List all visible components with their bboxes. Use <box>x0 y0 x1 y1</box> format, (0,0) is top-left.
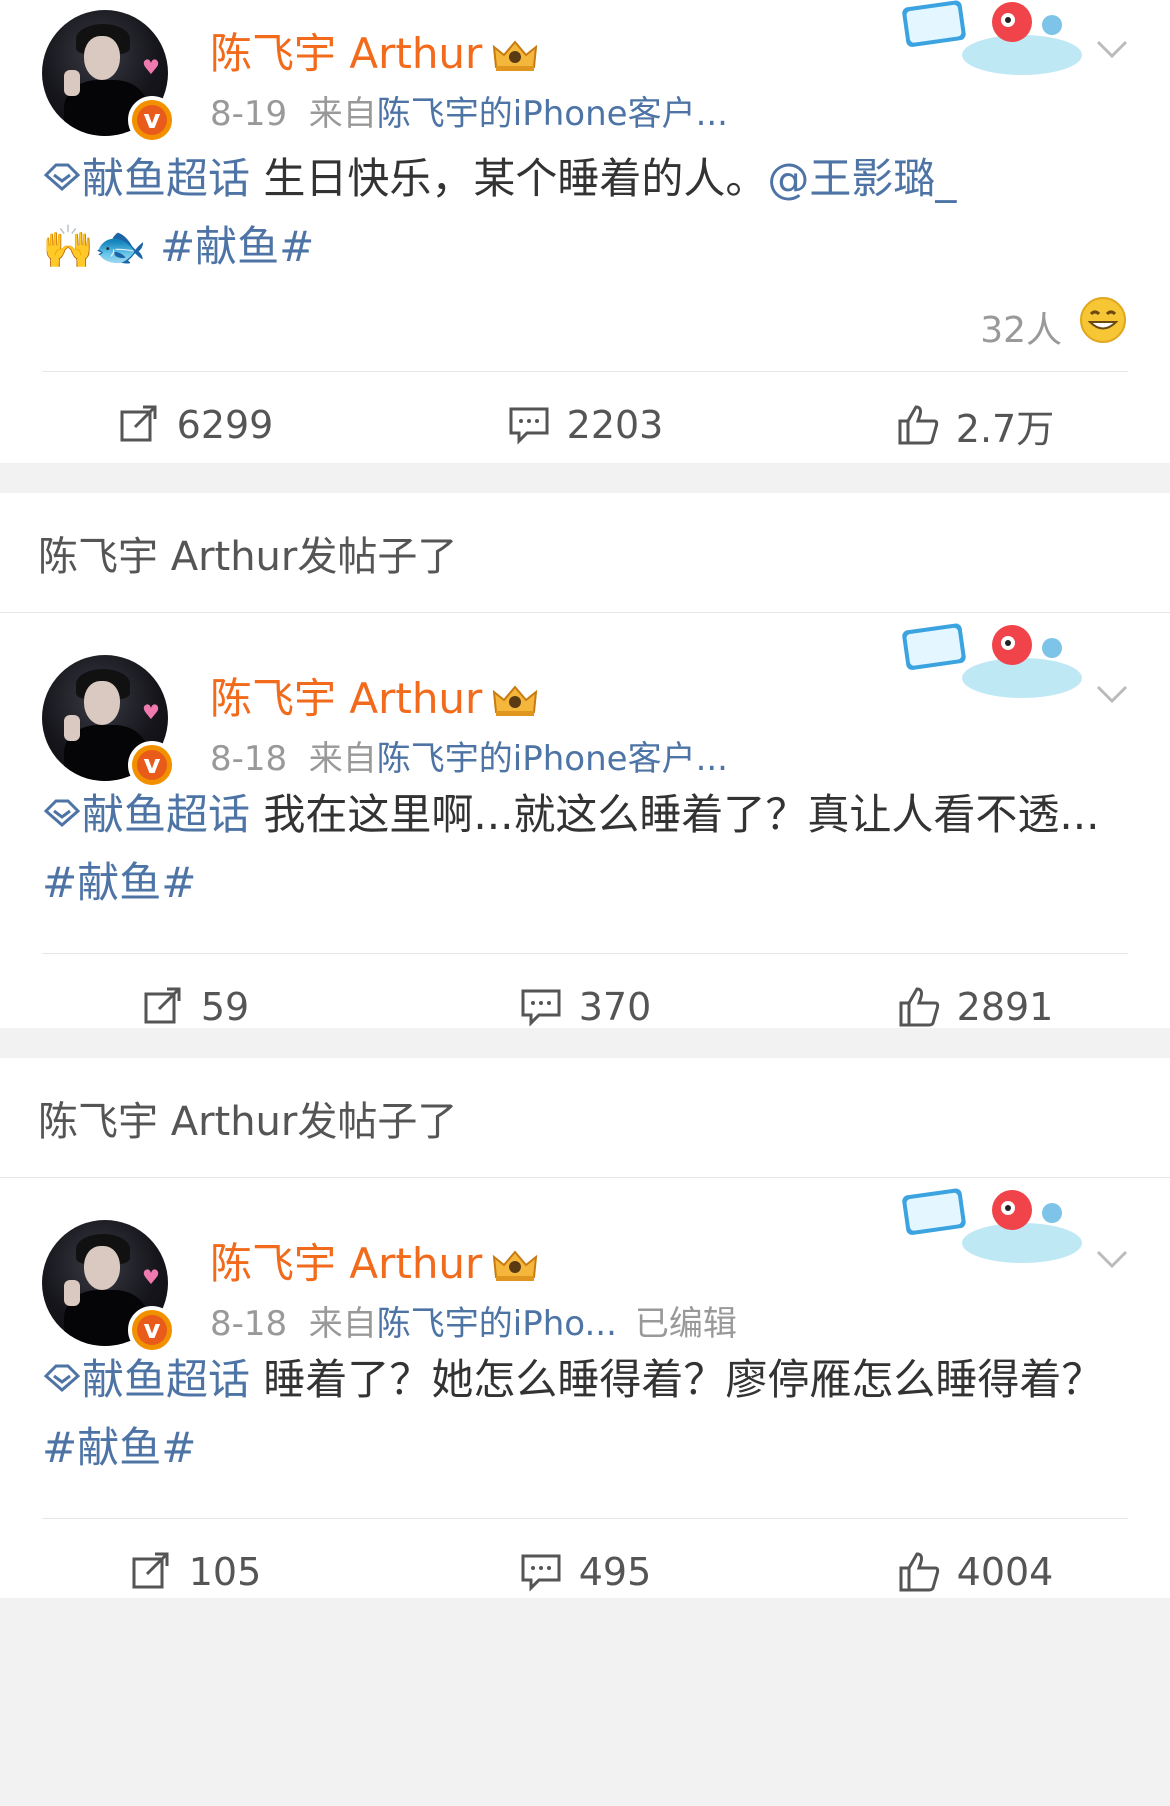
thumbs-up-icon <box>899 1552 939 1592</box>
repost-icon <box>120 405 157 442</box>
crown-icon <box>492 1244 538 1281</box>
repost-icon <box>132 1552 169 1589</box>
chevron-down-icon[interactable] <box>1094 1240 1130 1276</box>
repost-icon <box>144 987 181 1024</box>
post-text: 献鱼超话 生日快乐，某个睡着的人。@王影璐_ 🙌🐟 #献鱼# <box>42 154 957 271</box>
mention-link[interactable]: @王影璐_ <box>767 154 956 203</box>
post-header: ♥ v 陈飞宇 Arthur 8-18 来自陈飞宇的iPhone客户... <box>0 613 1170 789</box>
post-header: ♥ v 陈飞宇 Arthur 8-19 来自陈飞宇的iPhone客户... <box>0 0 1170 145</box>
thumbs-up-icon <box>899 987 939 1027</box>
post-text: 献鱼超话 睡着了？她怎么睡得着？廖停雁怎么睡得着？ #献鱼# <box>42 1355 1104 1472</box>
source-link[interactable]: 陈飞宇的iPhone客户... <box>377 94 728 134</box>
hashtag-link[interactable]: #献鱼# <box>42 1423 196 1472</box>
chevron-down-icon[interactable] <box>1094 675 1130 711</box>
post-meta: 8-18 来自陈飞宇的iPho... 已编辑 <box>210 1304 737 1344</box>
author-name[interactable]: 陈飞宇 Arthur <box>210 665 538 726</box>
super-topic-icon <box>43 163 81 191</box>
campaign-badge-icon[interactable] <box>902 1188 1082 1268</box>
like-button[interactable]: 4004 <box>780 1550 1170 1594</box>
hashtag-link[interactable]: #献鱼# <box>160 222 314 271</box>
hashtag-link[interactable]: #献鱼# <box>42 858 196 907</box>
action-bar: 105 495 4004 <box>0 1519 1170 1625</box>
super-topic-icon <box>43 1364 81 1392</box>
comment-icon <box>521 1554 561 1592</box>
author-name-text[interactable]: 陈飞宇 Arthur <box>210 20 482 81</box>
reaction-count[interactable]: 32人 <box>980 301 1062 353</box>
verified-badge-icon: v <box>128 1306 176 1354</box>
source-link[interactable]: 陈飞宇的iPhone客户... <box>377 739 728 779</box>
emoji: 🙌🐟 <box>42 222 147 271</box>
chevron-down-icon[interactable] <box>1094 30 1130 66</box>
comment-button[interactable]: 370 <box>390 985 780 1029</box>
post-card: ♥ v 陈飞宇 Arthur 8-18 来自陈飞宇的iPho... 已编辑 献鱼超… <box>0 1178 1170 1598</box>
super-topic-link[interactable]: 献鱼超话 <box>42 1355 250 1404</box>
like-button[interactable]: 2891 <box>780 985 1170 1029</box>
post-meta: 8-18 来自陈飞宇的iPhone客户... <box>210 739 728 779</box>
comment-button[interactable]: 2203 <box>390 403 780 447</box>
super-topic-link[interactable]: 献鱼超话 <box>42 154 250 203</box>
comment-button[interactable]: 495 <box>390 1550 780 1594</box>
author-name[interactable]: 陈飞宇 Arthur <box>210 1230 538 1291</box>
verified-badge-icon: v <box>128 96 176 144</box>
post-card: ♥ v 陈飞宇 Arthur 8-19 来自陈飞宇的iPhone客户... 献鱼… <box>0 0 1170 463</box>
repost-button[interactable]: 6299 <box>0 403 390 447</box>
super-topic-link[interactable]: 献鱼超话 <box>42 790 250 839</box>
campaign-badge-icon[interactable] <box>902 0 1082 80</box>
action-bar: 6299 2203 2.7万 <box>0 372 1170 478</box>
crown-icon <box>492 679 538 716</box>
comment-icon <box>521 989 561 1027</box>
post-type-header: 陈飞宇 Arthur发帖子了 <box>0 1058 1170 1178</box>
campaign-badge-icon[interactable] <box>902 623 1082 703</box>
thumbs-up-icon <box>898 405 938 445</box>
reactions-row: 32人 <box>0 281 1170 371</box>
author-name[interactable]: 陈飞宇 Arthur <box>210 20 538 81</box>
super-topic-icon <box>43 799 81 827</box>
author-name-text[interactable]: 陈飞宇 Arthur <box>210 1230 482 1291</box>
source-link[interactable]: 陈飞宇的iPho... <box>377 1304 617 1344</box>
author-name-text[interactable]: 陈飞宇 Arthur <box>210 665 482 726</box>
post-type-header: 陈飞宇 Arthur发帖子了 <box>0 493 1170 613</box>
post-header: ♥ v 陈飞宇 Arthur 8-18 来自陈飞宇的iPho... 已编辑 <box>0 1178 1170 1354</box>
crown-icon <box>492 34 538 71</box>
grin-emoji-icon[interactable] <box>1078 295 1128 345</box>
post-card: ♥ v 陈飞宇 Arthur 8-18 来自陈飞宇的iPhone客户... 献鱼… <box>0 613 1170 1029</box>
repost-button[interactable]: 105 <box>0 1550 390 1594</box>
edited-label[interactable]: 已编辑 <box>635 1304 737 1344</box>
verified-badge-icon: v <box>128 741 176 789</box>
action-bar: 59 370 2891 <box>0 954 1170 1060</box>
post-meta: 8-19 来自陈飞宇的iPhone客户... <box>210 94 728 134</box>
repost-button[interactable]: 59 <box>0 985 390 1029</box>
post-text: 献鱼超话 我在这里啊...就这么睡着了？真让人看不透... #献鱼# <box>42 790 1100 907</box>
comment-icon <box>509 407 549 445</box>
like-button[interactable]: 2.7万 <box>780 398 1170 453</box>
